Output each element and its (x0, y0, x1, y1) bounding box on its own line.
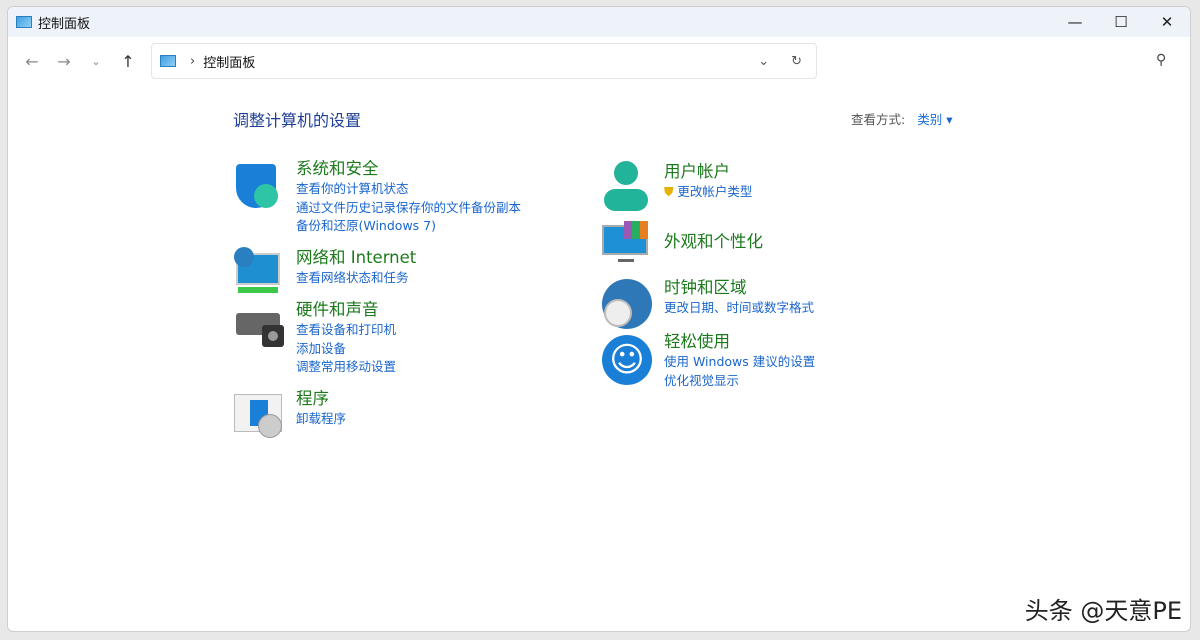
category-title[interactable]: 用户帐户 (664, 162, 730, 181)
category-link[interactable]: 更改日期、时间或数字格式 (664, 299, 814, 318)
address-dropdown-icon[interactable]: ⌄ (758, 54, 769, 69)
programs-icon (234, 388, 284, 438)
search-input[interactable] (823, 43, 1185, 79)
category-title[interactable]: 网络和 Internet (296, 248, 416, 267)
breadcrumb-chevron-icon: › (190, 53, 196, 69)
category-link[interactable]: 添加设备 (296, 340, 396, 359)
category-link[interactable]: 备份和还原(Windows 7) (296, 217, 521, 236)
category-programs: 程序 卸载程序 (234, 388, 346, 438)
control-panel-window: 控制面板 — ☐ ✕ ← → ⌄ ↑ › 控制面板 ⌄ ↻ ⚲ 调整计算机的设置 … (7, 6, 1191, 632)
close-button[interactable]: ✕ (1144, 13, 1190, 31)
category-link[interactable]: ⛊ 更改帐户类型 (664, 183, 752, 202)
title-bar: 控制面板 — ☐ ✕ (8, 7, 1190, 37)
address-bar[interactable]: › 控制面板 ⌄ ↻ (151, 43, 817, 79)
back-icon[interactable]: ← (16, 52, 48, 71)
maximize-button[interactable]: ☐ (1098, 13, 1144, 31)
category-title[interactable]: 系统和安全 (296, 159, 379, 178)
printer-camera-icon (234, 299, 284, 349)
recent-chevron-down-icon[interactable]: ⌄ (80, 55, 112, 68)
shield-icon (234, 158, 284, 208)
category-ease-of-access: ☺ 轻松使用 使用 Windows 建议的设置 优化视觉显示 (602, 331, 815, 390)
category-link[interactable]: 卸载程序 (296, 410, 346, 429)
category-link[interactable]: 调整常用移动设置 (296, 358, 396, 377)
category-network: 网络和 Internet 查看网络状态和任务 (234, 247, 416, 297)
category-link[interactable]: 通过文件历史记录保存你的文件备份副本 (296, 199, 521, 218)
category-clock-region: 时钟和区域 更改日期、时间或数字格式 (602, 277, 814, 329)
category-hardware-sound: 硬件和声音 查看设备和打印机 添加设备 调整常用移动设置 (234, 299, 396, 377)
uac-shield-icon: ⛊ (664, 184, 674, 199)
accessibility-icon: ☺ (602, 331, 652, 385)
category-user-accounts: 用户帐户 ⛊ 更改帐户类型 (602, 161, 752, 211)
page-title: 调整计算机的设置 (233, 111, 362, 130)
watermark: 头条 @天意PE (1024, 597, 1182, 625)
link-text: 更改帐户类型 (677, 184, 753, 199)
window-title: 控制面板 (38, 16, 91, 32)
network-icon (234, 247, 284, 297)
category-title[interactable]: 硬件和声音 (296, 300, 379, 319)
category-title[interactable]: 程序 (296, 389, 329, 408)
view-by: 查看方式: 类别 ▾ (851, 112, 953, 127)
up-icon[interactable]: ↑ (112, 52, 144, 71)
category-appearance: 外观和个性化 (602, 219, 763, 269)
category-link[interactable]: 查看设备和打印机 (296, 321, 396, 340)
category-link[interactable]: 使用 Windows 建议的设置 (664, 353, 815, 372)
control-panel-icon (16, 16, 32, 28)
category-link[interactable]: 查看你的计算机状态 (296, 180, 521, 199)
view-by-dropdown[interactable]: 类别 (917, 112, 942, 127)
category-link[interactable]: 优化视觉显示 (664, 372, 815, 391)
category-title[interactable]: 轻松使用 (664, 332, 730, 351)
category-system-security: 系统和安全 查看你的计算机状态 通过文件历史记录保存你的文件备份副本 备份和还原… (234, 158, 521, 236)
category-title[interactable]: 外观和个性化 (664, 232, 763, 251)
view-by-label: 查看方式: (851, 112, 906, 127)
monitor-palette-icon (602, 219, 652, 269)
globe-clock-icon (602, 277, 652, 329)
minimize-button[interactable]: — (1052, 13, 1098, 31)
category-link[interactable]: 查看网络状态和任务 (296, 269, 416, 288)
refresh-icon[interactable]: ↻ (791, 54, 802, 69)
breadcrumb-control-panel[interactable]: 控制面板 (203, 52, 255, 71)
forward-icon[interactable]: → (48, 52, 80, 71)
category-title[interactable]: 时钟和区域 (664, 278, 747, 297)
user-icon (602, 161, 652, 211)
search-icon[interactable]: ⚲ (1156, 52, 1166, 68)
control-panel-icon (160, 55, 176, 67)
